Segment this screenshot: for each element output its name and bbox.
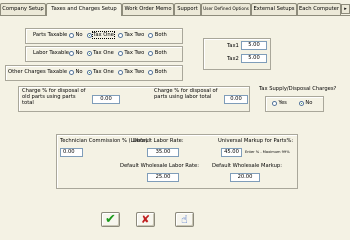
universal-markup-input[interactable]: 45.00 xyxy=(221,148,242,157)
default-wholesale-markup-label: Default Wholesale Markup: xyxy=(212,163,282,169)
default-wholesale-labor-rate-input[interactable]: 25.00 xyxy=(147,173,179,182)
tab-work-order-memo[interactable]: Work Order Memo xyxy=(122,3,174,15)
cancel-button[interactable]: ✘ xyxy=(136,212,155,227)
tax2-input[interactable]: 5.00 xyxy=(241,54,267,63)
parts-taxable-tax-one-radio[interactable]: Tax One xyxy=(86,31,115,39)
radio-dot-icon xyxy=(69,32,74,38)
radio-dot-icon xyxy=(148,32,154,38)
labor-taxable-tax-one-radio[interactable]: Tax One xyxy=(86,50,114,56)
parts-taxable-both-radio[interactable]: Both xyxy=(148,32,167,38)
tab-taxes-and-charges-setup[interactable]: Taxes and Charges Setup xyxy=(46,3,122,16)
radio-dot-selected-icon xyxy=(86,69,92,75)
radio-dot-selected-icon xyxy=(86,32,92,38)
radio-dot-icon xyxy=(69,69,74,75)
disposal-parts-label: Charge % for disposal of old parts using… xyxy=(22,88,86,106)
radio-dot-icon xyxy=(117,50,123,56)
labor-taxable-radio-group: No Tax One Tax Two Both xyxy=(69,50,171,56)
universal-markup-note: Enter % - Maximum 99% xyxy=(245,150,290,154)
labor-taxable-tax-two-radio[interactable]: Tax Two xyxy=(117,50,144,56)
pointing-hand-icon: ☝ xyxy=(181,213,188,226)
radio-dot-icon xyxy=(117,69,123,75)
tab-company-setup[interactable]: Company Setup xyxy=(0,3,46,15)
default-wholesale-labor-rate-label: Default Wholesale Labor Rate: xyxy=(120,163,199,169)
radio-dot-icon xyxy=(117,32,123,38)
disposal-labor-label: Charge % for disposal of parts using lab… xyxy=(154,88,218,100)
close-icon: ✘ xyxy=(140,213,151,226)
tab-bar: Company Setup Taxes and Charges Setup Wo… xyxy=(0,3,350,16)
default-wholesale-markup-input[interactable]: 20.00 xyxy=(230,173,260,182)
tab-scroll-right-icon[interactable]: ▸ xyxy=(341,4,350,14)
tax1-input[interactable]: 5.00 xyxy=(241,41,267,50)
help-button[interactable]: ☝ xyxy=(175,212,194,227)
tax1-label: Tax1 xyxy=(227,43,239,49)
tab-panel-taxes-and-charges: Parts Taxable No Tax One Tax Two Both La… xyxy=(0,15,350,232)
other-taxable-both-radio[interactable]: Both xyxy=(148,69,167,75)
radio-dot-selected-icon xyxy=(298,100,304,106)
labor-taxable-no-radio[interactable]: No xyxy=(69,50,83,56)
default-labor-rate-input[interactable]: 35.00 xyxy=(147,148,179,157)
other-taxable-tax-one-radio[interactable]: Tax One xyxy=(86,69,114,75)
tab-user-defined-options[interactable]: User Defined Options xyxy=(201,3,251,15)
disposal-parts-input[interactable]: 0.00 xyxy=(92,95,120,104)
default-labor-rate-label: Default Labor Rate: xyxy=(133,138,184,144)
labor-taxable-both-radio[interactable]: Both xyxy=(148,50,167,56)
tab-external-setups[interactable]: External Setups xyxy=(251,3,297,15)
technician-commission-input[interactable]: 0.00 xyxy=(60,148,83,157)
checkmark-icon: ✔ xyxy=(105,212,116,227)
radio-dot-selected-icon xyxy=(86,50,92,56)
disposal-labor-input[interactable]: 0.00 xyxy=(224,95,248,104)
tab-each-computer[interactable]: Each Computer xyxy=(297,3,341,15)
other-charges-taxable-label: Other Charges Taxable xyxy=(8,69,68,75)
tax-supply-disposal-radio-group: Yes No xyxy=(272,100,316,106)
parts-taxable-tax-two-radio[interactable]: Tax Two xyxy=(117,32,144,38)
other-taxable-tax-two-radio[interactable]: Tax Two xyxy=(117,69,144,75)
tax-supply-disposal-question: Tax Supply/Disposal Charges? xyxy=(259,86,337,92)
other-charges-taxable-radio-group: No Tax One Tax Two Both xyxy=(69,69,171,75)
other-taxable-no-radio[interactable]: No xyxy=(69,69,83,75)
parts-taxable-label: Parts Taxable xyxy=(33,32,68,38)
tax2-label: Tax2 xyxy=(227,56,239,62)
ok-button[interactable]: ✔ xyxy=(101,212,120,227)
radio-dot-icon xyxy=(272,100,277,106)
radio-dot-icon xyxy=(148,69,154,75)
tax-supply-disposal-yes-radio[interactable]: Yes xyxy=(272,100,287,106)
labor-taxable-label: Labor Taxable xyxy=(33,50,69,56)
radio-dot-icon xyxy=(69,50,74,56)
radio-dot-icon xyxy=(148,50,154,56)
parts-taxable-radio-group: No Tax One Tax Two Both xyxy=(69,31,171,39)
tab-support[interactable]: Support xyxy=(174,3,201,15)
parts-taxable-no-radio[interactable]: No xyxy=(69,32,83,38)
universal-markup-label: Universal Markup for Parts%: xyxy=(218,138,294,144)
tax-supply-disposal-no-radio[interactable]: No xyxy=(298,100,312,106)
